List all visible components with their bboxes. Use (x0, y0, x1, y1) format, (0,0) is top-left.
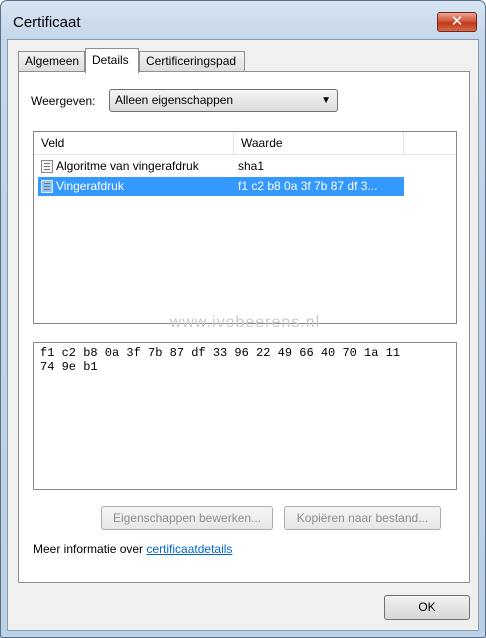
list-item[interactable]: Algoritme van vingerafdruk sha1 (38, 157, 404, 176)
copy-to-file-button[interactable]: Kopiëren naar bestand... (284, 506, 441, 530)
field-name: Vingerafdruk (56, 179, 124, 193)
tab-general[interactable]: Algemeen (18, 51, 85, 72)
close-icon: ✕ (450, 12, 464, 30)
tab-details-label: Details (92, 53, 129, 67)
certificate-field-icon (41, 180, 53, 193)
column-header-value[interactable]: Waarde (234, 132, 404, 155)
certificate-field-icon (41, 160, 53, 173)
dialog-client-area: Algemeen Details Certificeringspad Weerg… (7, 39, 479, 631)
certificate-window: Certificaat ✕ Algemeen Details Certifice… (0, 0, 486, 638)
window-title: Certificaat (13, 14, 81, 31)
column-header-value-label: Waarde (241, 136, 283, 150)
watermark: www.ivobeerens.nl (169, 314, 321, 331)
edit-properties-button[interactable]: Eigenschappen bewerken... (101, 506, 273, 530)
column-header-field[interactable]: Veld (34, 132, 234, 155)
field-name: Algoritme van vingerafdruk (56, 159, 199, 173)
show-dropdown[interactable]: Alleen eigenschappen ▼ (109, 89, 338, 112)
column-header-field-label: Veld (41, 136, 65, 150)
show-label: Weergeven: (31, 94, 96, 108)
value-textbox[interactable]: f1 c2 b8 0a 3f 7b 87 df 33 96 22 49 66 4… (33, 342, 457, 490)
ok-button[interactable]: OK (384, 595, 470, 620)
field-value: f1 c2 b8 0a 3f 7b 87 df 3... (238, 179, 378, 193)
tab-certification-path-label: Certificeringspad (146, 54, 237, 68)
chevron-down-icon: ▼ (321, 95, 331, 106)
fields-listview[interactable]: Veld Waarde Algoritme van vingerafdruk s… (33, 131, 457, 324)
certificate-details-link[interactable]: certificaatdetails (146, 542, 232, 556)
more-info: Meer informatie over certificaatdetails (33, 542, 232, 556)
close-button[interactable]: ✕ (437, 12, 477, 32)
tab-general-label: Algemeen (25, 54, 80, 68)
listview-header: Veld Waarde (34, 132, 456, 155)
show-dropdown-value: Alleen eigenschappen (115, 93, 234, 107)
field-value: sha1 (238, 159, 265, 173)
details-panel: Weergeven: Alleen eigenschappen ▼ Veld W… (18, 71, 470, 583)
more-info-text: Meer informatie over (33, 542, 144, 556)
tab-certification-path[interactable]: Certificeringspad (139, 51, 245, 72)
tab-details[interactable]: Details (85, 48, 139, 73)
list-item-selected[interactable]: Vingerafdruk f1 c2 b8 0a 3f 7b 87 df 3..… (38, 177, 404, 196)
